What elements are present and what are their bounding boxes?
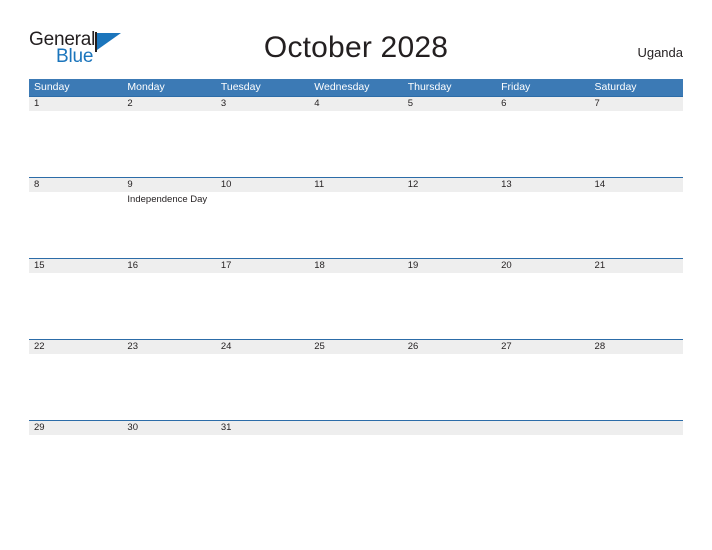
day-cell[interactable] (403, 273, 496, 339)
weekday-header-monday: Monday (127, 81, 165, 93)
day-number[interactable]: 2 (122, 97, 215, 111)
weekday-header-friday: Friday (501, 81, 531, 93)
day-cell (590, 435, 683, 501)
day-cell (496, 435, 589, 501)
day-number[interactable]: 29 (29, 421, 122, 435)
calendar-page: General Blue October 2028 Uganda Sunday … (0, 0, 712, 550)
day-cell[interactable] (590, 273, 683, 339)
weekday-header-tuesday: Tuesday (220, 81, 261, 93)
day-cell[interactable] (216, 111, 309, 177)
page-header: General Blue October 2028 Uganda (0, 0, 712, 78)
week-row: 29 30 31 (29, 420, 683, 501)
day-number[interactable]: 1 (29, 97, 122, 111)
day-number (496, 421, 589, 435)
day-cell[interactable] (590, 354, 683, 420)
page-title: October 2028 (263, 31, 449, 64)
week-event-band (29, 273, 683, 339)
calendar-grid: Sunday Monday Tuesday Wednesday Thursday… (29, 79, 683, 501)
week-event-band (29, 354, 683, 420)
day-number[interactable]: 9 (122, 178, 215, 192)
week-row: 22 23 24 25 26 27 28 (29, 339, 683, 420)
day-cell[interactable] (496, 273, 589, 339)
day-number[interactable]: 17 (216, 259, 309, 273)
day-number[interactable]: 16 (122, 259, 215, 273)
day-cell[interactable] (590, 111, 683, 177)
day-cell[interactable] (403, 354, 496, 420)
day-number[interactable]: 14 (590, 178, 683, 192)
day-cell[interactable]: Independence Day (122, 192, 215, 258)
day-cell[interactable] (29, 354, 122, 420)
day-number[interactable]: 13 (496, 178, 589, 192)
day-cell[interactable] (403, 192, 496, 258)
week-event-band: Independence Day (29, 192, 683, 258)
day-number[interactable]: 30 (122, 421, 215, 435)
day-number[interactable]: 8 (29, 178, 122, 192)
week-date-band: 1 2 3 4 5 6 7 (29, 96, 683, 111)
weekday-header-thursday: Thursday (407, 81, 452, 93)
day-cell[interactable] (122, 435, 215, 501)
day-number[interactable]: 6 (496, 97, 589, 111)
day-cell[interactable] (403, 111, 496, 177)
day-cell[interactable] (122, 273, 215, 339)
day-number[interactable]: 3 (216, 97, 309, 111)
day-cell (309, 435, 402, 501)
day-number[interactable]: 7 (590, 97, 683, 111)
day-number[interactable]: 11 (309, 178, 402, 192)
day-number[interactable]: 5 (403, 97, 496, 111)
day-cell[interactable] (29, 273, 122, 339)
day-number[interactable]: 23 (122, 340, 215, 354)
day-cell[interactable] (29, 435, 122, 501)
day-cell[interactable] (496, 354, 589, 420)
country-label: Uganda (637, 45, 683, 60)
day-cell[interactable] (216, 192, 309, 258)
day-cell (403, 435, 496, 501)
week-event-band (29, 435, 683, 501)
day-number[interactable]: 18 (309, 259, 402, 273)
day-number[interactable]: 24 (216, 340, 309, 354)
day-cell[interactable] (29, 192, 122, 258)
day-number[interactable]: 31 (216, 421, 309, 435)
weekday-header-sunday: Sunday (34, 81, 70, 93)
day-number (309, 421, 402, 435)
day-cell[interactable] (216, 354, 309, 420)
weekday-header-wednesday: Wednesday (314, 81, 370, 93)
day-number[interactable]: 25 (309, 340, 402, 354)
day-cell[interactable] (309, 273, 402, 339)
week-row: 15 16 17 18 19 20 21 (29, 258, 683, 339)
day-number[interactable]: 27 (496, 340, 589, 354)
event-label: Independence Day (127, 194, 208, 205)
day-cell[interactable] (122, 111, 215, 177)
day-number[interactable]: 20 (496, 259, 589, 273)
week-event-band (29, 111, 683, 177)
day-number (403, 421, 496, 435)
week-date-band: 8 9 10 11 12 13 14 (29, 177, 683, 192)
week-row: 1 2 3 4 5 6 7 (29, 96, 683, 177)
week-date-band: 15 16 17 18 19 20 21 (29, 258, 683, 273)
day-cell[interactable] (309, 111, 402, 177)
weekday-header-row: Sunday Monday Tuesday Wednesday Thursday… (29, 79, 683, 96)
day-cell[interactable] (216, 435, 309, 501)
day-cell[interactable] (590, 192, 683, 258)
day-number[interactable]: 12 (403, 178, 496, 192)
day-number[interactable]: 21 (590, 259, 683, 273)
day-number[interactable]: 26 (403, 340, 496, 354)
week-row: 8 9 10 11 12 13 14 Independence Day (29, 177, 683, 258)
day-number[interactable]: 15 (29, 259, 122, 273)
day-cell[interactable] (216, 273, 309, 339)
day-cell[interactable] (496, 192, 589, 258)
day-number[interactable]: 22 (29, 340, 122, 354)
day-number[interactable]: 19 (403, 259, 496, 273)
day-cell[interactable] (309, 192, 402, 258)
day-number[interactable]: 4 (309, 97, 402, 111)
day-cell[interactable] (122, 354, 215, 420)
day-number (590, 421, 683, 435)
day-number[interactable]: 28 (590, 340, 683, 354)
weekday-header-saturday: Saturday (594, 81, 637, 93)
day-cell[interactable] (496, 111, 589, 177)
day-cell[interactable] (29, 111, 122, 177)
day-cell[interactable] (309, 354, 402, 420)
week-date-band: 22 23 24 25 26 27 28 (29, 339, 683, 354)
day-number[interactable]: 10 (216, 178, 309, 192)
week-date-band: 29 30 31 (29, 420, 683, 435)
